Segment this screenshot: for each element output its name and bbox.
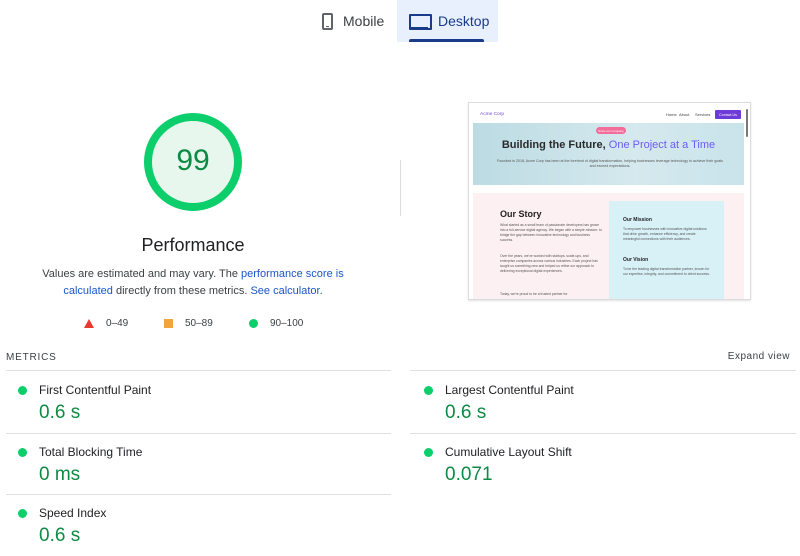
metric-value: 0.6 s bbox=[39, 525, 81, 546]
monitor-icon bbox=[409, 13, 432, 30]
pass-circle-icon bbox=[18, 448, 27, 457]
tab-mobile-label: Mobile bbox=[343, 13, 385, 29]
metric-name: First Contentful Paint bbox=[39, 383, 152, 397]
metric-name: Cumulative Layout Shift bbox=[445, 445, 572, 459]
preview-story-paragraph-2: Over the years, we've worked with startu… bbox=[500, 254, 598, 273]
preview-hero-title-main: Building the Future, bbox=[501, 139, 609, 151]
legend-label-average: 50–89 bbox=[185, 318, 213, 329]
tab-mobile[interactable]: Mobile bbox=[310, 0, 396, 42]
preview-contact-button: Contact Us bbox=[715, 110, 741, 119]
preview-hero-subtitle: Founded in 2018, Acme Corp has been at t… bbox=[497, 159, 723, 168]
expand-view-link[interactable]: Expand view bbox=[728, 351, 790, 362]
legend-item-pass: 90–100 bbox=[249, 318, 303, 329]
triangle-icon bbox=[84, 319, 94, 328]
metric-value: 0.071 bbox=[445, 464, 493, 485]
pass-circle-icon bbox=[424, 448, 433, 457]
preview-vision-text: To be the leading digital transformation… bbox=[623, 267, 710, 276]
preview-brand: Acme Corp bbox=[480, 112, 504, 117]
tab-desktop-label: Desktop bbox=[438, 13, 490, 29]
tab-desktop[interactable]: Desktop bbox=[397, 0, 498, 42]
preview-badge: Since our company bbox=[596, 127, 626, 134]
legend-label-pass: 90–100 bbox=[270, 318, 304, 329]
circle-icon bbox=[249, 319, 258, 328]
description-text-start: Values are estimated and may vary. The bbox=[42, 268, 241, 280]
metric-first-contentful-paint: First Contentful Paint 0.6 s bbox=[6, 372, 386, 432]
legend-label-fail: 0–49 bbox=[106, 318, 129, 329]
metric-value: 0 ms bbox=[39, 464, 81, 485]
device-tabs: Mobile Desktop bbox=[0, 0, 800, 42]
preview-vision-title: Our Vision bbox=[623, 257, 649, 263]
metric-speed-index: Speed Index 0.6 s bbox=[6, 495, 386, 555]
metric-total-blocking-time: Total Blocking Time 0 ms bbox=[6, 434, 386, 494]
preview-hero-title: Building the Future, One Project at a Ti… bbox=[473, 139, 744, 151]
metric-value: 0.6 s bbox=[39, 402, 81, 423]
preview-nav-home: Home bbox=[666, 112, 677, 117]
metrics-header: METRICS bbox=[6, 352, 57, 363]
pass-circle-icon bbox=[18, 509, 27, 518]
preview-mission-card: Our Mission To empower businesses with i… bbox=[609, 201, 724, 299]
performance-title: Performance bbox=[141, 235, 245, 255]
pass-circle-icon bbox=[424, 386, 433, 395]
pass-circle-icon bbox=[18, 386, 27, 395]
see-calculator-link[interactable]: See calculator. bbox=[250, 285, 322, 297]
metric-cumulative-layout-shift: Cumulative Layout Shift 0.071 bbox=[412, 434, 792, 494]
vertical-divider bbox=[400, 160, 401, 216]
metric-name: Largest Contentful Paint bbox=[445, 383, 574, 397]
metric-name: Speed Index bbox=[39, 506, 107, 520]
performance-description: Values are estimated and may vary. The p… bbox=[40, 266, 346, 300]
performance-score: 99 bbox=[176, 144, 210, 177]
score-legend: 0–49 50–89 90–100 bbox=[84, 318, 324, 332]
page-screenshot-preview[interactable]: Acme Corp Home About Services Contact Us… bbox=[468, 102, 751, 300]
metric-value: 0.6 s bbox=[445, 402, 487, 423]
preview-hero: Since our company Building the Future, O… bbox=[473, 123, 744, 185]
preview-hero-title-accent: One Project at a Time bbox=[608, 139, 716, 151]
preview-scrollbar bbox=[746, 109, 748, 137]
preview-mission-title: Our Mission bbox=[623, 217, 652, 223]
phone-icon bbox=[322, 12, 333, 30]
preview-story-title: Our Story bbox=[500, 209, 542, 219]
description-text-middle: directly from these metrics. bbox=[112, 285, 251, 297]
preview-mission-text: To empower businesses with innovative di… bbox=[623, 227, 707, 241]
preview-story-paragraph-1: What started as a small team of passiona… bbox=[500, 223, 602, 242]
preview-nav: Acme Corp Home About Services Contact Us bbox=[473, 107, 748, 123]
legend-item-fail: 0–49 bbox=[84, 318, 128, 329]
metric-name: Total Blocking Time bbox=[39, 445, 143, 459]
square-icon bbox=[164, 319, 173, 328]
preview-nav-about: About bbox=[679, 112, 690, 117]
legend-item-average: 50–89 bbox=[164, 318, 213, 329]
preview-nav-services: Services bbox=[695, 112, 711, 117]
metrics-divider bbox=[410, 370, 796, 371]
metric-largest-contentful-paint: Largest Contentful Paint 0.6 s bbox=[412, 372, 792, 432]
preview-story-paragraph-3: Today, we're proud to be a trusted partn… bbox=[500, 292, 568, 296]
metrics-divider bbox=[6, 370, 391, 371]
preview-body: Our Story What started as a small team o… bbox=[473, 193, 744, 299]
